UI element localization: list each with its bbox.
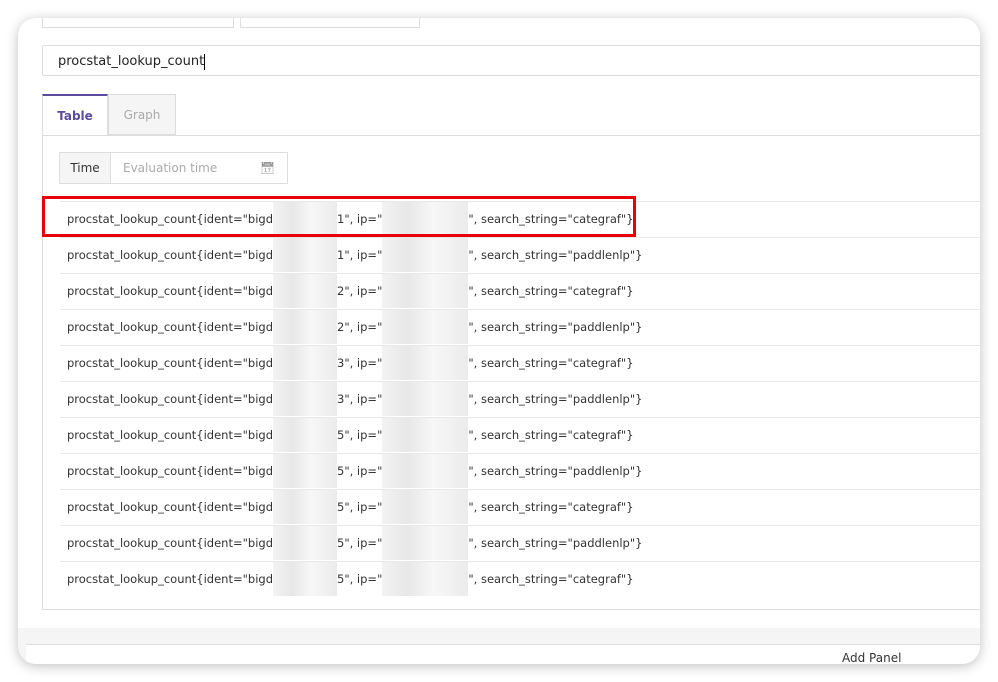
redacted-ip <box>382 490 469 524</box>
redacted-ident <box>273 310 338 344</box>
series-prefix: procstat_lookup_count{ident="bigd <box>67 536 274 550</box>
redacted-ip <box>382 310 469 344</box>
series-prefix: procstat_lookup_count{ident="bigd <box>67 464 274 478</box>
window: procstat_lookup_count Table Graph Time E… <box>18 18 980 664</box>
result-row[interactable]: procstat_lookup_count{ident="bigd 3", ip=… <box>60 381 980 417</box>
redacted-ip <box>382 238 469 272</box>
series-mid: 5", ip=" <box>337 572 383 586</box>
result-row[interactable]: procstat_lookup_count{ident="bigd 2", ip=… <box>60 273 980 309</box>
result-row[interactable]: procstat_lookup_count{ident="bigd 5", ip=… <box>60 525 980 561</box>
series-prefix: procstat_lookup_count{ident="bigd <box>67 284 274 298</box>
promql-query-input[interactable]: procstat_lookup_count <box>42 45 980 76</box>
result-row[interactable]: procstat_lookup_count{ident="bigd 2", ip=… <box>60 309 980 345</box>
series-prefix: procstat_lookup_count{ident="bigd <box>67 356 274 370</box>
series-suffix: ", search_string="categraf"} <box>468 428 634 442</box>
redacted-ident <box>273 238 338 272</box>
series-mid: 5", ip=" <box>337 536 383 550</box>
series-suffix: ", search_string="categraf"} <box>468 284 634 298</box>
series-prefix: procstat_lookup_count{ident="bigd <box>67 392 274 406</box>
redacted-ip <box>382 562 469 596</box>
series-mid: 3", ip=" <box>337 392 383 406</box>
redacted-ip <box>382 418 469 452</box>
top-select[interactable] <box>42 18 234 28</box>
series-suffix: ", search_string="categraf"} <box>468 500 634 514</box>
query-text: procstat_lookup_count <box>58 54 205 69</box>
redacted-ip <box>382 454 469 488</box>
redacted-ip <box>382 526 469 560</box>
series-suffix: ", search_string="paddlenlp"} <box>468 248 643 262</box>
result-row[interactable]: procstat_lookup_count{ident="bigd 3", ip=… <box>60 345 980 381</box>
redacted-ident <box>273 454 338 488</box>
redacted-ip <box>382 382 469 416</box>
redacted-ip <box>382 274 469 308</box>
series-suffix: ", search_string="categraf"} <box>468 356 634 370</box>
redacted-ident <box>273 418 338 452</box>
series-mid: 5", ip=" <box>337 428 383 442</box>
result-row[interactable]: procstat_lookup_count{ident="bigd 5", ip=… <box>60 453 980 489</box>
redacted-ident <box>273 490 338 524</box>
series-mid: 5", ip=" <box>337 464 383 478</box>
series-mid: 2", ip=" <box>337 284 383 298</box>
tab-graph[interactable]: Graph <box>108 94 176 135</box>
series-mid: 1", ip=" <box>337 248 383 262</box>
tab-table[interactable]: Table <box>42 94 108 135</box>
series-prefix: procstat_lookup_count{ident="bigd <box>67 320 274 334</box>
result-row[interactable]: procstat_lookup_count{ident="bigd 5", ip=… <box>60 489 980 525</box>
series-prefix: procstat_lookup_count{ident="bigd <box>67 248 274 262</box>
calendar-icon[interactable]: 📅︎ <box>260 153 275 183</box>
redacted-ident <box>273 562 338 596</box>
redacted-ident <box>273 274 338 308</box>
highlight-box <box>42 196 636 237</box>
text-caret <box>204 53 206 70</box>
result-list: procstat_lookup_count{ident="bigd 1", ip=… <box>60 201 980 597</box>
query-panel: procstat_lookup_count Table Graph Time E… <box>18 18 980 628</box>
series-prefix: procstat_lookup_count{ident="bigd <box>67 428 274 442</box>
series-suffix: ", search_string="paddlenlp"} <box>468 392 643 406</box>
result-row[interactable]: procstat_lookup_count{ident="bigd 5", ip=… <box>60 417 980 453</box>
series-suffix: ", search_string="categraf"} <box>468 572 634 586</box>
series-suffix: ", search_string="paddlenlp"} <box>468 320 643 334</box>
evaluation-time-input[interactable]: Evaluation time 📅︎ <box>111 153 287 183</box>
time-label: Time <box>60 153 111 183</box>
redacted-ident <box>273 526 338 560</box>
redacted-ident <box>273 346 338 380</box>
series-mid: 5", ip=" <box>337 500 383 514</box>
redacted-ip <box>382 346 469 380</box>
series-prefix: procstat_lookup_count{ident="bigd <box>67 500 274 514</box>
series-prefix: procstat_lookup_count{ident="bigd <box>67 572 274 586</box>
redacted-ident <box>273 382 338 416</box>
result-row[interactable]: procstat_lookup_count{ident="bigd 1", ip=… <box>60 237 980 273</box>
evaluation-time-picker[interactable]: Time Evaluation time 📅︎ <box>59 152 288 184</box>
evaluation-time-placeholder: Evaluation time <box>123 161 218 175</box>
series-suffix: ", search_string="paddlenlp"} <box>468 536 643 550</box>
series-mid: 2", ip=" <box>337 320 383 334</box>
add-panel-bar: Add Panel <box>26 644 980 664</box>
result-row[interactable]: procstat_lookup_count{ident="bigd 5", ip=… <box>60 561 980 597</box>
top-select[interactable] <box>240 18 420 28</box>
add-panel-button[interactable]: Add Panel <box>842 651 901 664</box>
series-mid: 3", ip=" <box>337 356 383 370</box>
series-suffix: ", search_string="paddlenlp"} <box>468 464 643 478</box>
